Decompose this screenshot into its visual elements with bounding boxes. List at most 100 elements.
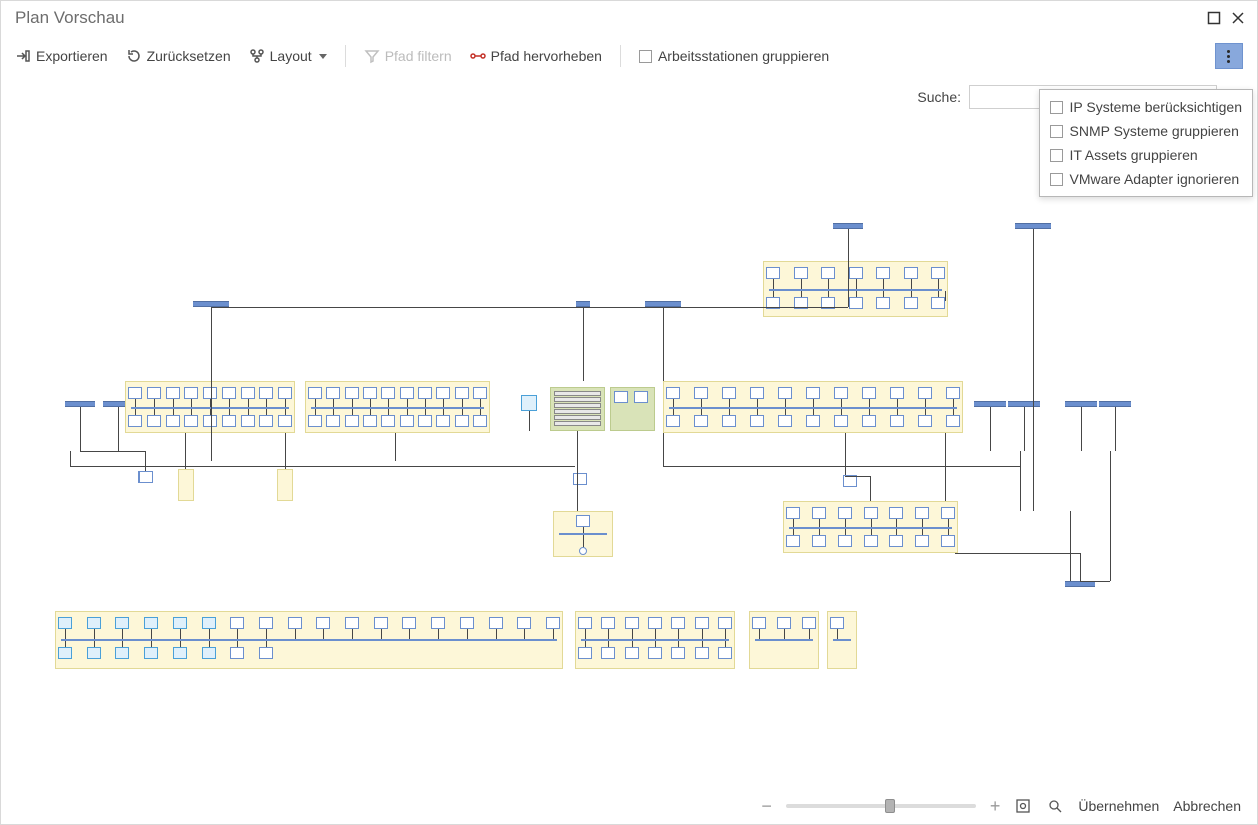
network-node[interactable]	[718, 617, 732, 629]
workstation-node[interactable]	[87, 647, 101, 659]
network-node[interactable]	[889, 507, 903, 519]
network-node[interactable]	[778, 415, 792, 427]
highlight-path-button[interactable]: Pfad hervorheben	[470, 48, 602, 64]
network-node[interactable]	[402, 617, 416, 629]
network-node[interactable]	[128, 415, 142, 427]
network-node[interactable]	[750, 415, 764, 427]
network-node[interactable]	[694, 415, 708, 427]
network-node[interactable]	[890, 387, 904, 399]
network-node[interactable]	[400, 415, 414, 427]
network-node[interactable]	[400, 387, 414, 399]
layout-button[interactable]: Layout	[249, 48, 327, 64]
network-node[interactable]	[838, 507, 852, 519]
network-node[interactable]	[777, 617, 791, 629]
network-node[interactable]	[648, 647, 662, 659]
network-node[interactable]	[904, 267, 918, 279]
menu-item-vmware-ignore[interactable]: VMware Adapter ignorieren	[1048, 167, 1245, 191]
network-node[interactable]	[834, 415, 848, 427]
zoom-actual-button[interactable]	[1046, 797, 1064, 815]
network-node[interactable]	[864, 535, 878, 547]
network-node[interactable]	[946, 387, 960, 399]
network-node[interactable]	[830, 617, 844, 629]
network-node[interactable]	[849, 297, 863, 309]
maximize-button[interactable]	[1203, 7, 1225, 29]
network-node[interactable]	[578, 647, 592, 659]
workstation-node[interactable]	[521, 395, 537, 411]
network-node[interactable]	[473, 415, 487, 427]
network-node[interactable]	[222, 387, 236, 399]
network-node[interactable]	[546, 617, 560, 629]
network-node[interactable]	[786, 535, 800, 547]
cancel-button[interactable]: Abbrechen	[1173, 798, 1241, 814]
network-node[interactable]	[671, 617, 685, 629]
network-node[interactable]	[941, 507, 955, 519]
network-node[interactable]	[139, 471, 153, 483]
network-node[interactable]	[876, 267, 890, 279]
network-node[interactable]	[184, 387, 198, 399]
network-node[interactable]	[931, 297, 945, 309]
network-node[interactable]	[345, 617, 359, 629]
network-node[interactable]	[203, 387, 217, 399]
network-node[interactable]	[812, 507, 826, 519]
network-node[interactable]	[431, 617, 445, 629]
network-node[interactable]	[625, 617, 639, 629]
menu-item-snmp-group[interactable]: SNMP Systeme gruppieren	[1048, 119, 1245, 143]
network-node[interactable]	[890, 415, 904, 427]
network-node[interactable]	[517, 617, 531, 629]
network-node[interactable]	[381, 387, 395, 399]
workstation-node[interactable]	[202, 647, 216, 659]
network-node[interactable]	[436, 387, 450, 399]
network-node[interactable]	[806, 387, 820, 399]
workstation-node[interactable]	[87, 617, 101, 629]
zoom-fit-button[interactable]	[1014, 797, 1032, 815]
workstation-node[interactable]	[58, 617, 72, 629]
network-node[interactable]	[259, 617, 273, 629]
network-node[interactable]	[345, 415, 359, 427]
network-node[interactable]	[230, 647, 244, 659]
network-node[interactable]	[418, 387, 432, 399]
network-node[interactable]	[184, 415, 198, 427]
network-node[interactable]	[666, 387, 680, 399]
network-node[interactable]	[849, 267, 863, 279]
reset-button[interactable]: Zurücksetzen	[126, 48, 231, 64]
network-node[interactable]	[666, 415, 680, 427]
more-options-button[interactable]	[1215, 43, 1243, 69]
network-node[interactable]	[230, 617, 244, 629]
network-node[interactable]	[752, 617, 766, 629]
menu-item-ip-systems[interactable]: IP Systeme berücksichtigen	[1048, 95, 1245, 119]
network-node[interactable]	[203, 415, 217, 427]
network-node[interactable]	[806, 415, 820, 427]
export-button[interactable]: Exportieren	[15, 48, 108, 64]
network-node[interactable]	[345, 387, 359, 399]
network-node[interactable]	[363, 415, 377, 427]
workstation-node[interactable]	[115, 647, 129, 659]
network-node[interactable]	[778, 387, 792, 399]
network-node[interactable]	[259, 387, 273, 399]
network-node[interactable]	[931, 267, 945, 279]
network-node[interactable]	[576, 515, 590, 527]
network-node[interactable]	[648, 617, 662, 629]
network-node[interactable]	[671, 647, 685, 659]
workstation-node[interactable]	[202, 617, 216, 629]
network-node[interactable]	[695, 617, 709, 629]
network-node[interactable]	[147, 387, 161, 399]
network-node[interactable]	[864, 507, 878, 519]
network-node[interactable]	[614, 391, 628, 403]
zoom-in-button[interactable]: +	[990, 796, 1001, 817]
network-node[interactable]	[473, 387, 487, 399]
network-node[interactable]	[259, 647, 273, 659]
topology-canvas[interactable]	[15, 211, 1243, 784]
workstation-node[interactable]	[144, 617, 158, 629]
group-workstations-checkbox[interactable]: Arbeitsstationen gruppieren	[639, 48, 829, 64]
network-node[interactable]	[750, 387, 764, 399]
network-node[interactable]	[601, 647, 615, 659]
network-node[interactable]	[578, 617, 592, 629]
workstation-node[interactable]	[173, 617, 187, 629]
network-node[interactable]	[862, 415, 876, 427]
network-node[interactable]	[308, 415, 322, 427]
workstation-node[interactable]	[58, 647, 72, 659]
network-node[interactable]	[288, 617, 302, 629]
network-node[interactable]	[862, 387, 876, 399]
network-node[interactable]	[147, 415, 161, 427]
network-node[interactable]	[363, 387, 377, 399]
